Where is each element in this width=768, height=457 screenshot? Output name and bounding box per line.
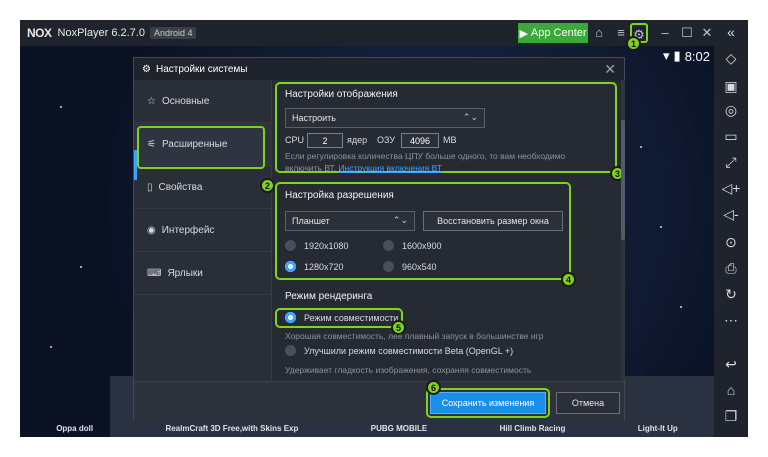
more-icon[interactable]: ⋯	[714, 312, 748, 329]
star-icon: ☆	[147, 95, 156, 107]
display-select[interactable]: Настроить ⌃⌄	[285, 108, 485, 128]
dock-app[interactable]: Light-It Up	[638, 424, 678, 433]
noxplayer-window: NOX NoxPlayer 6.2.7.0 Android 4 ▶ App Ce…	[20, 20, 748, 437]
recent-apps-icon[interactable]: ❐	[714, 408, 748, 425]
android-status-bar: ▾ ▮ 8:02	[640, 46, 714, 66]
radio-1600x900[interactable]: 1600x900	[383, 240, 442, 251]
radio-on-icon	[285, 261, 296, 272]
cpu-input[interactable]: 2	[307, 133, 343, 148]
maximize-icon[interactable]: ☐	[678, 23, 696, 43]
highlight-advanced	[137, 126, 265, 169]
step-badge: 4	[561, 272, 576, 287]
settings-icon: ⚙	[142, 63, 151, 75]
volume-down-icon[interactable]: ◁-	[714, 206, 748, 223]
book-icon: ▯	[147, 181, 153, 193]
settings-content: Настройки отображения Настроить ⌃⌄ CPU 2…	[273, 80, 621, 381]
minimize-icon[interactable]: –	[656, 23, 674, 43]
screen-icon[interactable]: ▭	[714, 128, 748, 145]
dialog-header: ⚙ Настройки системы	[134, 58, 624, 80]
scrollbar-thumb[interactable]	[621, 120, 625, 240]
radio-off-icon	[285, 345, 296, 356]
dock-app[interactable]: PUBG MOBILE	[371, 424, 427, 433]
beta-note: Удерживает гладкость изображения, сохран…	[285, 365, 532, 375]
step-badge: 6	[426, 380, 441, 395]
home-icon[interactable]: ⌂	[590, 23, 608, 43]
save-button[interactable]: Сохранить изменения	[430, 392, 546, 414]
radio-beta-mode[interactable]: Улучшили режим совместимости Beta (OpenG…	[285, 345, 513, 356]
display-title: Настройки отображения	[285, 89, 398, 100]
sidebar-item-basic[interactable]: ☆ Основные	[134, 80, 272, 123]
radio-off-icon	[383, 261, 394, 272]
chevron-down-icon: ⌃⌄	[462, 112, 478, 122]
wifi-icon: ▾	[663, 48, 670, 63]
radio-compat-mode[interactable]: Режим совместимости	[285, 312, 398, 323]
back-icon[interactable]: ↩	[714, 356, 748, 373]
radio-off-icon	[285, 240, 296, 251]
ram-unit: MB	[443, 135, 457, 145]
calendar-icon[interactable]: ▣	[714, 78, 748, 95]
app-title: NoxPlayer 6.2.7.0	[57, 27, 145, 39]
settings-dialog: ⚙ Настройки системы ✕ ☆ Основные ⚟ Расши…	[133, 57, 625, 420]
title-bar: NOX NoxPlayer 6.2.7.0 Android 4 ▶ App Ce…	[20, 20, 714, 46]
dock-app[interactable]: RealmCraft 3D Free,with Skins Exp	[165, 424, 298, 433]
fullscreen-icon[interactable]: ⤢	[714, 154, 748, 171]
dock-app[interactable]: Oppa doll	[56, 424, 93, 433]
cancel-button[interactable]: Отмена	[556, 392, 620, 414]
sidebar-item-interface[interactable]: ◉ Интерфейс	[134, 209, 272, 252]
dialog-close-icon[interactable]: ✕	[604, 61, 616, 78]
radio-1280x720[interactable]: 1280x720	[285, 261, 344, 272]
radio-on-icon	[285, 312, 296, 323]
bt-instruction-link[interactable]: Инструкция включения ВТ	[338, 163, 441, 173]
screenshot-icon[interactable]: ⊙	[714, 234, 748, 251]
dialog-title: Настройки системы	[155, 63, 248, 75]
right-toolbar: « ◇ ▣ ◎ ▭ ⤢ ◁+ ◁- ⊙ ⎙ ↻ ⋯ ↩ ⌂ ❐	[714, 20, 748, 437]
ram-label: ОЗУ	[377, 135, 396, 145]
resolution-title: Настройка разрешения	[285, 190, 394, 201]
play-icon: ▶	[519, 27, 528, 40]
location-icon[interactable]: ◎	[714, 102, 748, 119]
radio-960x540[interactable]: 960x540	[383, 261, 437, 272]
compat-note: Хорошая совместимость, лее плавный запус…	[285, 331, 544, 341]
sidebar-item-properties[interactable]: ▯ Свойства	[134, 166, 272, 209]
keyboard-icon: ⌨	[147, 267, 162, 279]
dialog-footer: Сохранить изменения Отмена 6	[134, 380, 624, 420]
app-dock: Oppa doll RealmCraft 3D Free,with Skins …	[20, 420, 714, 437]
step-badge: 1	[626, 36, 641, 51]
home-nav-icon[interactable]: ⌂	[714, 382, 748, 398]
collapse-icon[interactable]: «	[714, 24, 748, 40]
volume-up-icon[interactable]: ◁+	[714, 180, 748, 197]
display-note: Если регулировка количества ЦПУ больше о…	[285, 151, 566, 173]
step-badge: 3	[610, 166, 621, 181]
cores-label: ядер	[347, 135, 368, 145]
sidebar-item-shortcuts[interactable]: ⌨ Ярлыки	[134, 252, 272, 295]
radio-1920x1080[interactable]: 1920x1080	[285, 240, 349, 251]
scrollbar[interactable]	[621, 80, 625, 381]
render-title: Режим рендеринга	[285, 291, 373, 302]
chevron-down-icon: ⌃⌄	[392, 215, 408, 225]
app-center-button[interactable]: ▶ App Center	[518, 23, 588, 43]
clock: 8:02	[684, 48, 710, 64]
battery-icon: ▮	[673, 48, 681, 63]
printer-icon[interactable]: ⎙	[714, 260, 748, 277]
restore-window-button[interactable]: Восстановить размер окна	[423, 211, 563, 231]
ram-input[interactable]: 4096	[401, 133, 439, 148]
resolution-select[interactable]: Планшет ⌃⌄	[285, 211, 415, 231]
android-version-badge: Android 4	[149, 27, 197, 39]
cpu-label: CPU	[285, 135, 305, 145]
radio-off-icon	[383, 240, 394, 251]
eye-icon: ◉	[147, 224, 156, 236]
diamond-icon[interactable]: ◇	[714, 50, 748, 67]
refresh-icon[interactable]: ↻	[714, 286, 748, 303]
nox-logo: NOX	[27, 26, 52, 40]
dock-app[interactable]: Hill Climb Racing	[500, 424, 566, 433]
